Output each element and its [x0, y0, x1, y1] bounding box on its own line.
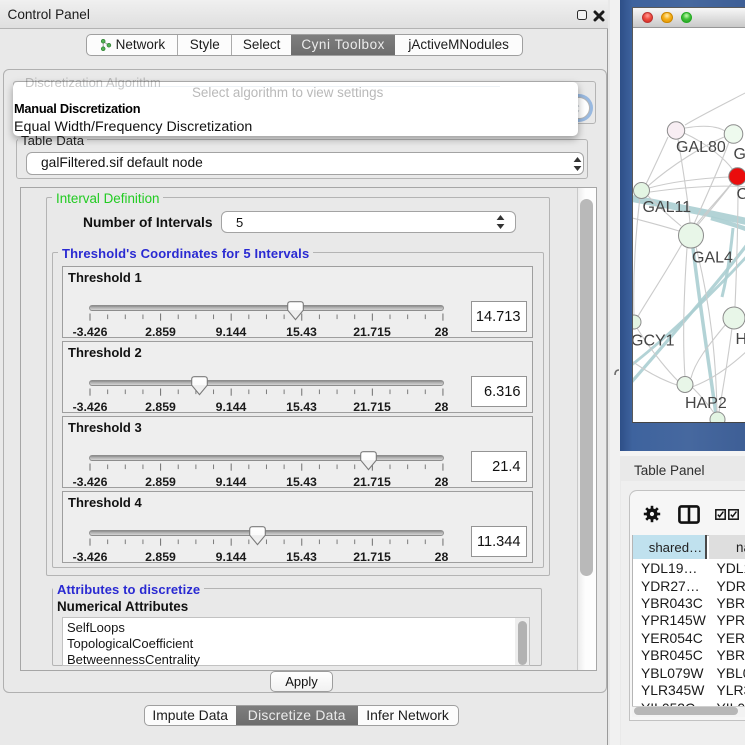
- svg-text:GAL11: GAL11: [643, 199, 692, 216]
- svg-text:GAL80: GAL80: [676, 139, 726, 156]
- svg-text:HAP2: HAP2: [685, 395, 727, 412]
- svg-text:H: H: [736, 331, 745, 348]
- svg-text:C: C: [737, 186, 745, 203]
- svg-text:GAL4: GAL4: [692, 250, 733, 267]
- svg-text:GCY1: GCY1: [633, 333, 675, 350]
- svg-text:GA: GA: [734, 146, 745, 163]
